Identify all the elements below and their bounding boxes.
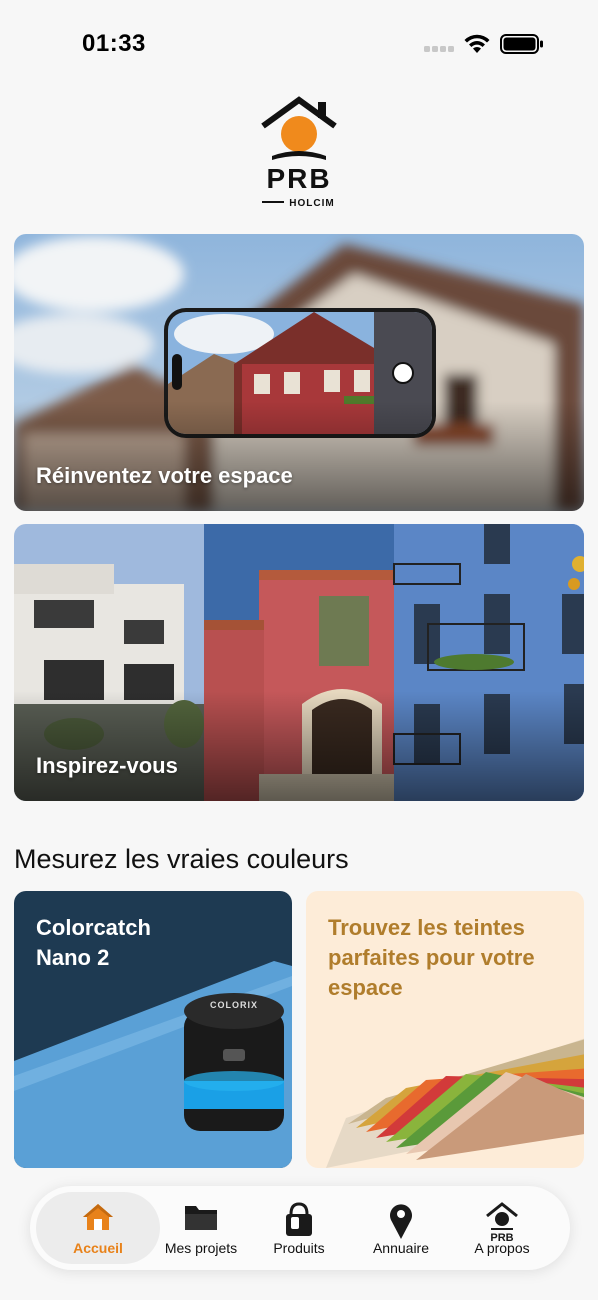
card-shade [14, 401, 584, 511]
prb-logo-icon: PRB [486, 1202, 518, 1242]
logo-subtitle-text: HOLCIM [289, 198, 334, 208]
tab-accueil[interactable]: Accueil [36, 1192, 160, 1264]
tab-produits[interactable]: Produits [248, 1192, 350, 1264]
tab-produits-label: Produits [273, 1240, 325, 1256]
prb-holcim-logo: PRB HOLCIM [261, 96, 337, 208]
battery-icon [500, 34, 543, 54]
folder-icon [185, 1206, 217, 1230]
reinvent-space-card[interactable]: Réinventez votre espace [14, 234, 584, 511]
tab-mes-projets-label: Mes projets [164, 1240, 238, 1256]
logo-brand-text: PRB [266, 163, 331, 194]
find-shades-tile[interactable]: Trouvez les teintes parfaites pour votre… [306, 891, 584, 1168]
card-shade [14, 691, 584, 801]
tab-annuaire-label: Annuaire [372, 1240, 430, 1256]
wifi-icon [464, 34, 490, 53]
colorcatch-title-line1: Colorcatch [36, 915, 151, 940]
tab-mes-projets[interactable]: Mes projets [150, 1192, 252, 1264]
colorcatch-title-line2: Nano 2 [36, 945, 110, 970]
status-bar: 01:33 [0, 0, 598, 88]
find-shades-tile-title: Trouvez les teintes parfaites pour votre… [328, 915, 535, 1000]
inspiration-card[interactable]: Inspirez-vous [14, 524, 584, 801]
cellular-signal-icon [424, 46, 454, 52]
tab-annuaire[interactable]: Annuaire [350, 1192, 452, 1264]
tab-a-propos[interactable]: PRB A propos [451, 1192, 553, 1264]
reinvent-card-title: Réinventez votre espace [36, 463, 293, 488]
tab-bar: Accueil Mes projets Produits Annuaire PR… [30, 1186, 570, 1270]
colorcatch-tile-title: Colorcatch Nano 2 [36, 913, 236, 973]
location-pin-icon [390, 1204, 412, 1239]
tab-accueil-label: Accueil [73, 1240, 123, 1256]
inspiration-card-title: Inspirez-vous [36, 753, 178, 778]
section-title: Mesurez les vraies couleurs [14, 844, 349, 874]
status-time: 01:33 [82, 30, 146, 57]
tab-a-propos-label: A propos [474, 1240, 530, 1256]
home-icon [83, 1204, 113, 1230]
device-label: COLORIX [210, 1000, 258, 1010]
colorcatch-tile[interactable]: COLORIX Colorcatch Nano 2 [14, 891, 292, 1168]
paint-bucket-icon [286, 1202, 312, 1236]
